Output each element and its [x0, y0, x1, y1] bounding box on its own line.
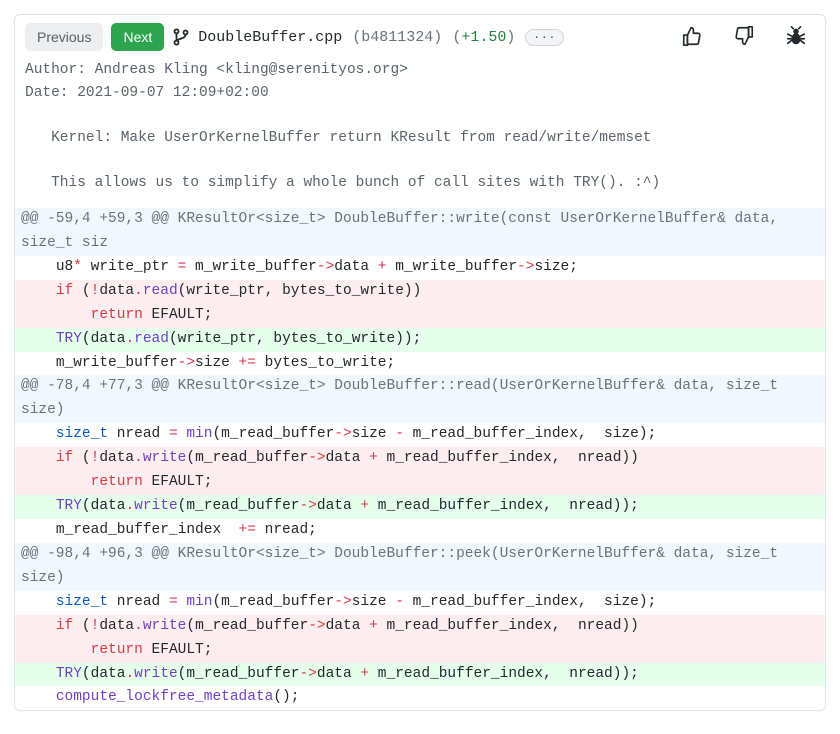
commit-message: Author: Andreas Kling <kling@serenityos.…	[15, 55, 825, 208]
diff-line-context: size_t nread = min(m_read_buffer->size -…	[15, 423, 825, 447]
diff-line-removed: if (!data.write(m_read_buffer->data + m_…	[15, 615, 825, 639]
commit-date-line: Date: 2021-09-07 12:09+02:00	[25, 85, 269, 101]
commit-body: This allows us to simplify a whole bunch…	[25, 175, 660, 191]
git-branch-icon	[172, 27, 190, 47]
thumbs-down-icon[interactable]	[733, 25, 755, 50]
diff-line-removed: return EFAULT;	[15, 471, 825, 495]
diff-line-added: TRY(data.write(m_read_buffer->data + m_r…	[15, 663, 825, 687]
commit-hash: (b4811324)	[352, 29, 442, 46]
expand-ellipsis-button[interactable]: ···	[525, 29, 564, 46]
diff-line-removed: if (!data.read(write_ptr, bytes_to_write…	[15, 280, 825, 304]
diff-line-context: compute_lockfree_metadata();	[15, 686, 825, 710]
action-icons	[681, 25, 815, 50]
score-value: +1.50	[461, 29, 506, 46]
diff-line-context: m_write_buffer->size += bytes_to_write;	[15, 352, 825, 376]
file-info: DoubleBuffer.cpp (b4811324) (+1.50) ···	[198, 29, 564, 46]
commit-subject: Kernel: Make UserOrKernelBuffer return K…	[25, 130, 652, 146]
diff-card: Previous Next DoubleBuffer.cpp (b4811324…	[14, 14, 826, 711]
previous-button[interactable]: Previous	[25, 23, 103, 51]
diff-line-added: TRY(data.write(m_read_buffer->data + m_r…	[15, 495, 825, 519]
diff-line-added: TRY(data.read(write_ptr, bytes_to_write)…	[15, 328, 825, 352]
next-button[interactable]: Next	[111, 23, 164, 51]
bug-icon[interactable]	[785, 25, 807, 50]
diff-line-removed: if (!data.write(m_read_buffer->data + m_…	[15, 447, 825, 471]
commit-author-line: Author: Andreas Kling <kling@serenityos.…	[25, 62, 408, 78]
diff-hunk-header: @@ -98,4 +96,3 @@ KResultOr<size_t> Doub…	[15, 543, 825, 591]
diff-line-context: size_t nread = min(m_read_buffer->size -…	[15, 591, 825, 615]
diff-hunk-header: @@ -78,4 +77,3 @@ KResultOr<size_t> Doub…	[15, 375, 825, 423]
diff-line-removed: return EFAULT;	[15, 639, 825, 663]
thumbs-up-icon[interactable]	[681, 25, 703, 50]
header-row: Previous Next DoubleBuffer.cpp (b4811324…	[15, 15, 825, 55]
diff-line-context: m_read_buffer_index += nread;	[15, 519, 825, 543]
file-name: DoubleBuffer.cpp	[198, 29, 342, 46]
score-close: )	[506, 29, 515, 46]
diff-body: @@ -59,4 +59,3 @@ KResultOr<size_t> Doub…	[15, 208, 825, 710]
diff-line-removed: return EFAULT;	[15, 304, 825, 328]
diff-hunk-header: @@ -59,4 +59,3 @@ KResultOr<size_t> Doub…	[15, 208, 825, 256]
diff-line-context: u8* write_ptr = m_write_buffer->data + m…	[15, 256, 825, 280]
score-open: (	[452, 29, 461, 46]
score: (+1.50)	[452, 29, 515, 46]
